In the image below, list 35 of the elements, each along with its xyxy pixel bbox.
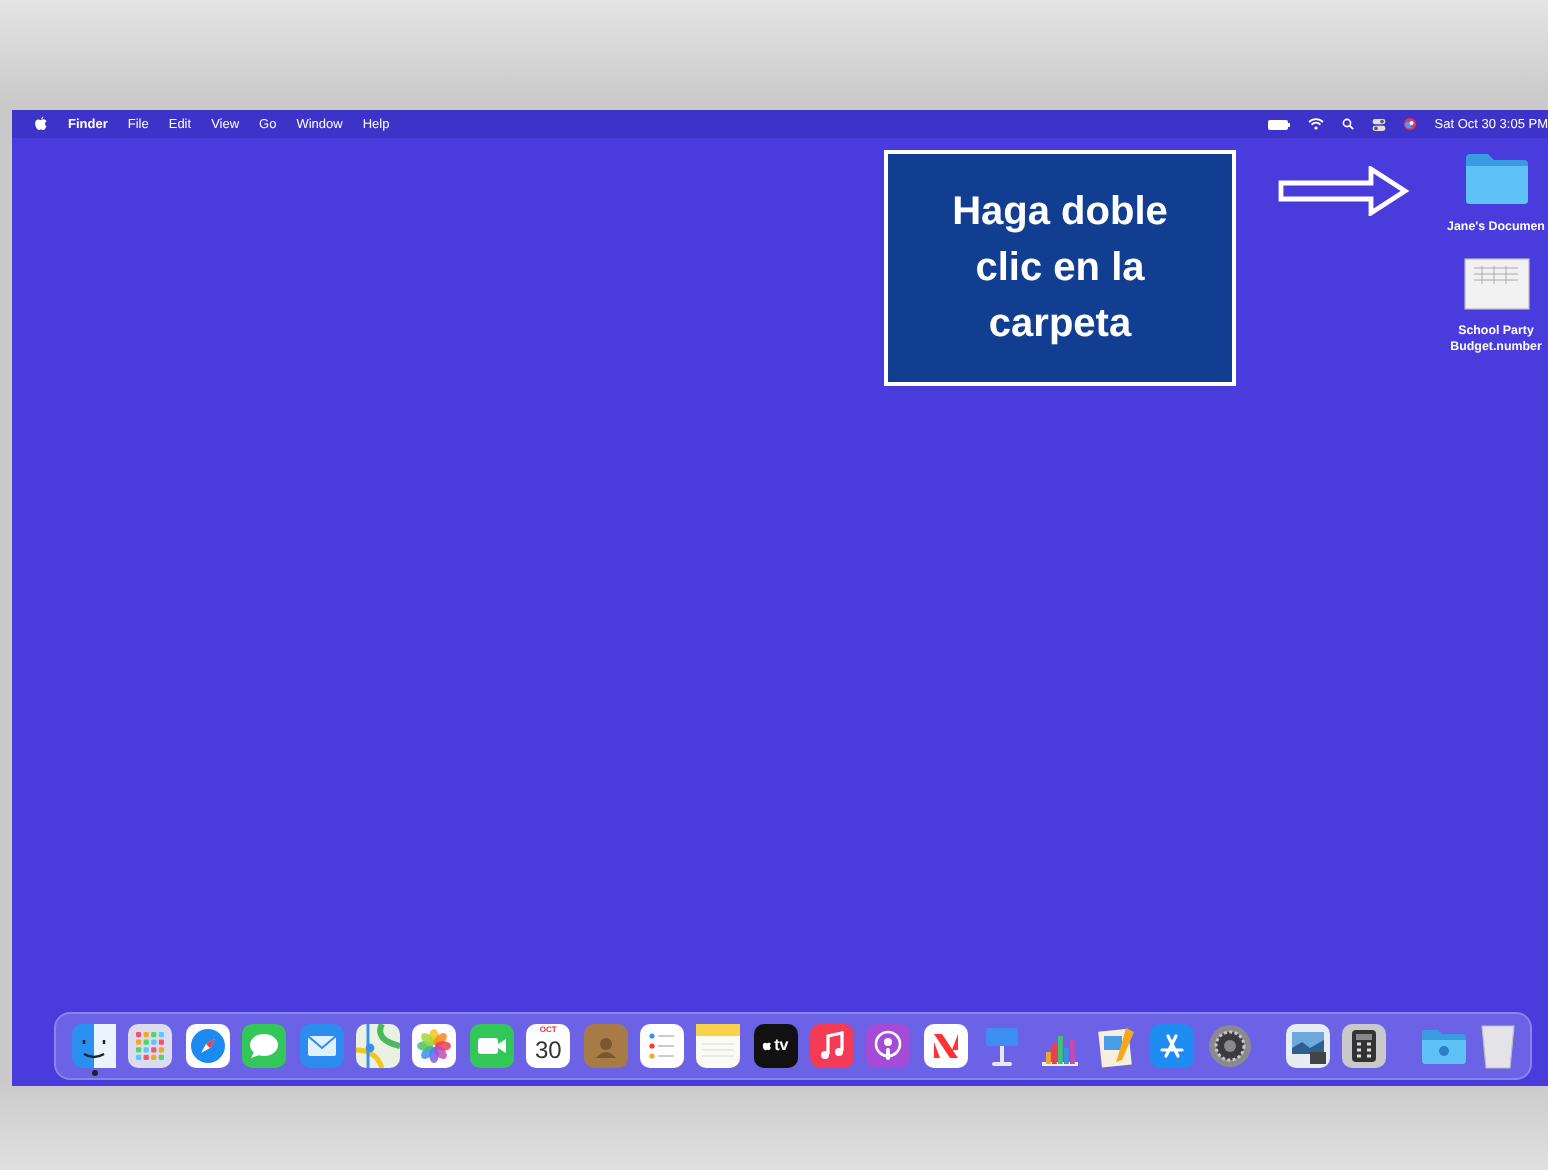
instruction-callout: Haga doble clic en la carpeta [884, 150, 1236, 386]
chat-bubble-icon[interactable] [242, 1024, 287, 1068]
toggles-icon[interactable] [1372, 117, 1387, 131]
app-store-icon[interactable] [1150, 1024, 1195, 1068]
trash-icon[interactable] [1480, 1022, 1517, 1070]
music-note-icon[interactable] [810, 1024, 855, 1068]
flower-icon[interactable] [412, 1024, 457, 1068]
notepad-icon[interactable] [696, 1024, 741, 1068]
calculator-icon[interactable] [1341, 1024, 1386, 1068]
gear-icon[interactable] [1207, 1024, 1252, 1068]
document-icon[interactable] [1094, 1024, 1139, 1068]
running-indicator-icon [91, 1070, 97, 1076]
apple-logo-icon [762, 1040, 773, 1052]
search-icon[interactable] [1342, 118, 1355, 130]
compass-icon[interactable] [185, 1024, 230, 1068]
news-icon[interactable] [923, 1024, 968, 1068]
smiling-face-icon[interactable] [72, 1024, 116, 1068]
colorful-orb-icon[interactable] [1404, 118, 1417, 130]
folder-icon[interactable] [1419, 1026, 1468, 1066]
envelope-icon[interactable] [299, 1024, 344, 1068]
battery-icon[interactable] [1268, 119, 1291, 129]
calendar-day: 30 [534, 1036, 562, 1064]
video-camera-icon[interactable] [469, 1024, 514, 1068]
apple-logo-icon[interactable] [34, 116, 48, 132]
tv-app-icon[interactable]: tv [753, 1024, 798, 1068]
right-arrow-icon [1278, 166, 1410, 216]
spreadsheet-thumbnail-icon[interactable] [1463, 258, 1529, 310]
wifi-icon[interactable] [1308, 118, 1325, 130]
podcast-icon[interactable] [866, 1024, 911, 1068]
app-grid-icon[interactable] [128, 1024, 173, 1068]
tv-label: tv [774, 1036, 789, 1056]
checklist-icon[interactable] [639, 1024, 684, 1068]
photo-viewer-icon[interactable] [1285, 1024, 1330, 1068]
map-icon[interactable] [355, 1024, 400, 1068]
folder-icon[interactable] [1463, 150, 1529, 206]
